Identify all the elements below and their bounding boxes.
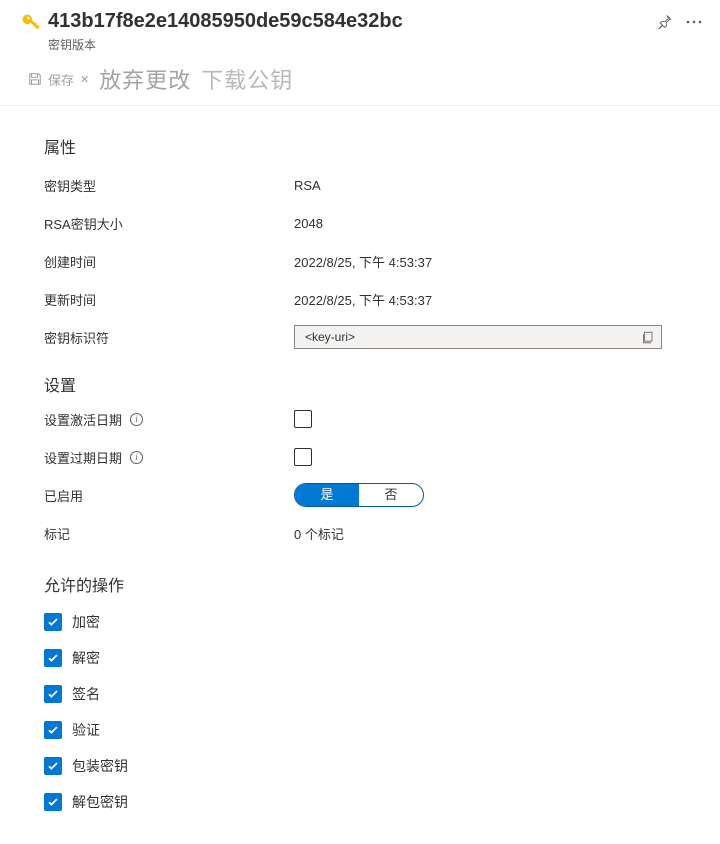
op-checkbox[interactable]	[44, 613, 62, 631]
info-icon[interactable]: i	[130, 451, 143, 464]
op-item: 验证	[44, 712, 680, 748]
more-icon[interactable]	[686, 20, 702, 24]
toolbar: 保存 ✕ 放弃更改 下载公钥	[0, 57, 720, 106]
page-header: 413b17f8e2e14085950de59c584e32bc 密钥版本	[0, 0, 720, 57]
section-attributes-title: 属性	[44, 134, 680, 158]
tags-value[interactable]: 0 个标记	[294, 524, 344, 543]
row-activation: 设置激活日期 i	[44, 400, 680, 438]
op-item: 包装密钥	[44, 748, 680, 784]
enabled-yes[interactable]: 是	[295, 484, 359, 506]
op-label: 解密	[72, 648, 100, 668]
page-subtitle: 密钥版本	[48, 36, 651, 53]
row-updated: 更新时间 2022/8/25, 下午 4:53:37	[44, 280, 680, 318]
op-checkbox[interactable]	[44, 649, 62, 667]
identifier-label: 密钥标识符	[44, 328, 294, 347]
op-item: 加密	[44, 604, 680, 640]
rsa-size-label: RSA密钥大小	[44, 214, 294, 233]
op-checkbox[interactable]	[44, 793, 62, 811]
row-key-type: 密钥类型 RSA	[44, 166, 680, 204]
expiry-checkbox[interactable]	[294, 448, 312, 466]
row-enabled: 已启用 是 否	[44, 476, 680, 514]
enabled-toggle[interactable]: 是 否	[294, 483, 424, 507]
content: 属性 密钥类型 RSA RSA密钥大小 2048 创建时间 2022/8/25,…	[0, 106, 720, 844]
tags-label: 标记	[44, 524, 294, 543]
title-block: 413b17f8e2e14085950de59c584e32bc 密钥版本	[48, 8, 651, 53]
ops-list: 加密解密签名验证包装密钥解包密钥	[44, 604, 680, 820]
expiry-label: 设置过期日期 i	[44, 448, 294, 467]
key-type-label: 密钥类型	[44, 176, 294, 195]
op-label: 包装密钥	[72, 756, 128, 776]
discard-button[interactable]: 放弃更改	[95, 63, 195, 95]
updated-value: 2022/8/25, 下午 4:53:37	[294, 290, 432, 309]
op-label: 验证	[72, 720, 100, 740]
pin-icon[interactable]	[657, 14, 672, 29]
copy-button[interactable]	[633, 331, 661, 344]
copy-icon	[641, 331, 654, 344]
save-label: 保存	[48, 70, 74, 89]
rsa-size-value: 2048	[294, 216, 323, 231]
op-label: 加密	[72, 612, 100, 632]
key-type-value: RSA	[294, 178, 321, 193]
header-actions	[657, 8, 720, 29]
save-icon	[28, 72, 42, 86]
op-item: 签名	[44, 676, 680, 712]
info-icon[interactable]: i	[130, 413, 143, 426]
identifier-value: <key-uri>	[295, 330, 633, 344]
enabled-no[interactable]: 否	[359, 484, 423, 506]
op-label: 解包密钥	[72, 792, 128, 812]
op-label: 签名	[72, 684, 100, 704]
created-label: 创建时间	[44, 252, 294, 271]
identifier-box: <key-uri>	[294, 325, 662, 349]
created-value: 2022/8/25, 下午 4:53:37	[294, 252, 432, 271]
row-expiry: 设置过期日期 i	[44, 438, 680, 476]
key-icon	[20, 12, 42, 34]
section-settings-title: 设置	[44, 372, 680, 396]
close-icon: ✕	[80, 73, 89, 86]
op-checkbox[interactable]	[44, 757, 62, 775]
section-ops-title: 允许的操作	[44, 572, 680, 596]
updated-label: 更新时间	[44, 290, 294, 309]
activation-label: 设置激活日期 i	[44, 410, 294, 429]
row-identifier: 密钥标识符 <key-uri>	[44, 318, 680, 356]
download-button[interactable]: 下载公钥	[197, 63, 297, 95]
op-item: 解包密钥	[44, 784, 680, 820]
page-title: 413b17f8e2e14085950de59c584e32bc	[48, 8, 651, 34]
row-tags: 标记 0 个标记	[44, 514, 680, 552]
row-created: 创建时间 2022/8/25, 下午 4:53:37	[44, 242, 680, 280]
enabled-label: 已启用	[44, 486, 294, 505]
op-checkbox[interactable]	[44, 685, 62, 703]
activation-checkbox[interactable]	[294, 410, 312, 428]
op-checkbox[interactable]	[44, 721, 62, 739]
save-button[interactable]: 保存 ✕	[24, 68, 93, 91]
row-rsa-size: RSA密钥大小 2048	[44, 204, 680, 242]
op-item: 解密	[44, 640, 680, 676]
